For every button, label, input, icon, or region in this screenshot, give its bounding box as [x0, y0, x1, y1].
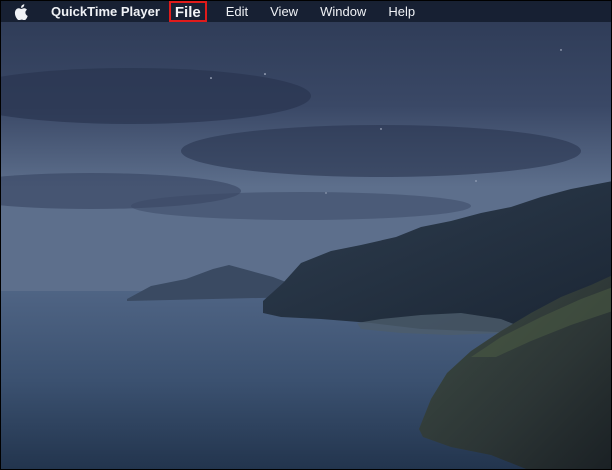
menu-file[interactable]: File [168, 1, 207, 22]
desktop-wallpaper [1, 1, 611, 469]
menu-view[interactable]: View [259, 1, 309, 22]
menu-bar: QuickTime Player File Edit View Window H… [1, 1, 611, 22]
apple-logo-icon [14, 3, 28, 20]
menu-help[interactable]: Help [377, 1, 426, 22]
menu-edit[interactable]: Edit [215, 1, 259, 22]
apple-icon[interactable] [1, 1, 41, 22]
menu-window[interactable]: Window [309, 1, 377, 22]
menu-app-name[interactable]: QuickTime Player [41, 1, 169, 22]
desktop-screen: QuickTime Player File Edit View Window H… [0, 0, 612, 470]
